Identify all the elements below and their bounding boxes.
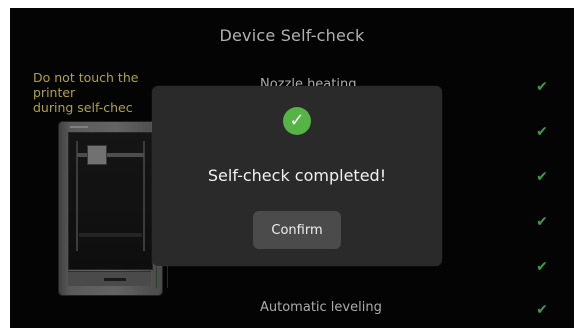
dialog-message: Self-check completed! xyxy=(207,166,387,185)
device-self-check-screen: Device Self-check Do not touch the print… xyxy=(10,8,574,328)
check-circle-icon: ✓ xyxy=(283,107,311,135)
confirm-button[interactable]: Confirm xyxy=(253,211,341,249)
self-check-complete-dialog: ✓ Self-check completed! Confirm xyxy=(152,86,442,266)
